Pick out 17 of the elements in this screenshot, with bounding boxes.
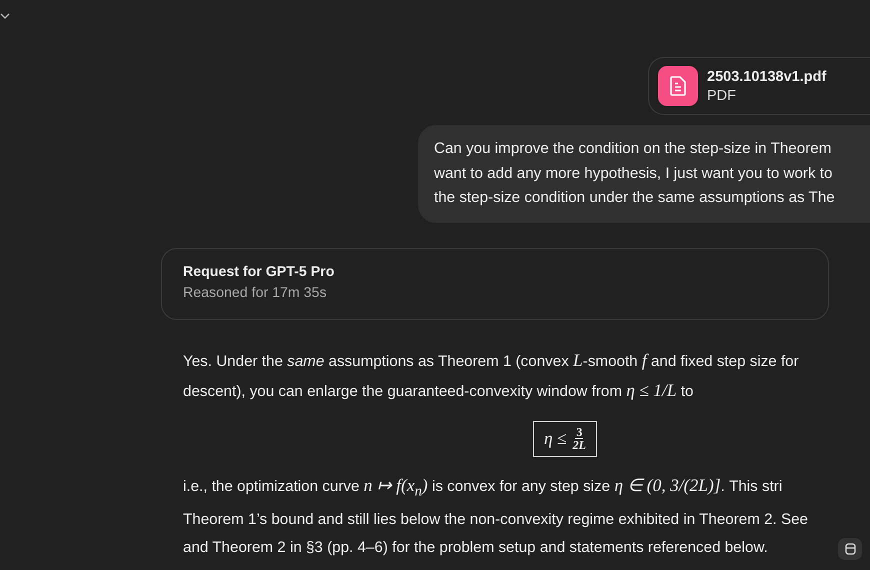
answer-text-line: i.e., the optimization curve n ↦ f(x$_{n}$) is convex for any step size η ∈ (0, 3/(2L)]. This stri (183, 474, 782, 501)
copy-icon[interactable] (838, 538, 862, 560)
chevron-down-icon[interactable] (0, 13, 10, 19)
message-text-line: want to add any more hypothesis, I just want you to work to (434, 164, 834, 184)
answer-text-line: descent), you can enlarge the guaranteed-convexity window from η ≤ 1/L to (183, 379, 694, 402)
document-icon (658, 66, 698, 106)
file-attachment-card[interactable]: 2503.10138v1.pdf PDF (648, 57, 870, 115)
reasoning-duration: Reasoned for 17m 35s (183, 284, 328, 300)
answer-text-line: Yes. Under the same assumptions as Theorem 1 (convex L-smooth f and fixed step size for (183, 348, 799, 372)
file-name: 2503.10138v1.pdf (707, 68, 826, 84)
answer-text-line: and Theorem 2 in §3 (pp. 4–6) for the problem setup and statements referenced below. (183, 538, 768, 558)
message-text-line: Can you improve the condition on the step-size in Theorem (434, 139, 832, 159)
answer-text-line: Theorem 1’s bound and still lies below the non-convexity regime exhibited in Theorem 2. See (183, 510, 808, 530)
message-text-line: the step-size condition under the same assumptions as The (434, 188, 836, 208)
file-type: PDF (707, 88, 737, 104)
reasoning-card[interactable]: Request for GPT-5 Pro Reasoned for 17m 35s (161, 248, 829, 320)
reasoning-title: Request for GPT-5 Pro (183, 264, 336, 280)
